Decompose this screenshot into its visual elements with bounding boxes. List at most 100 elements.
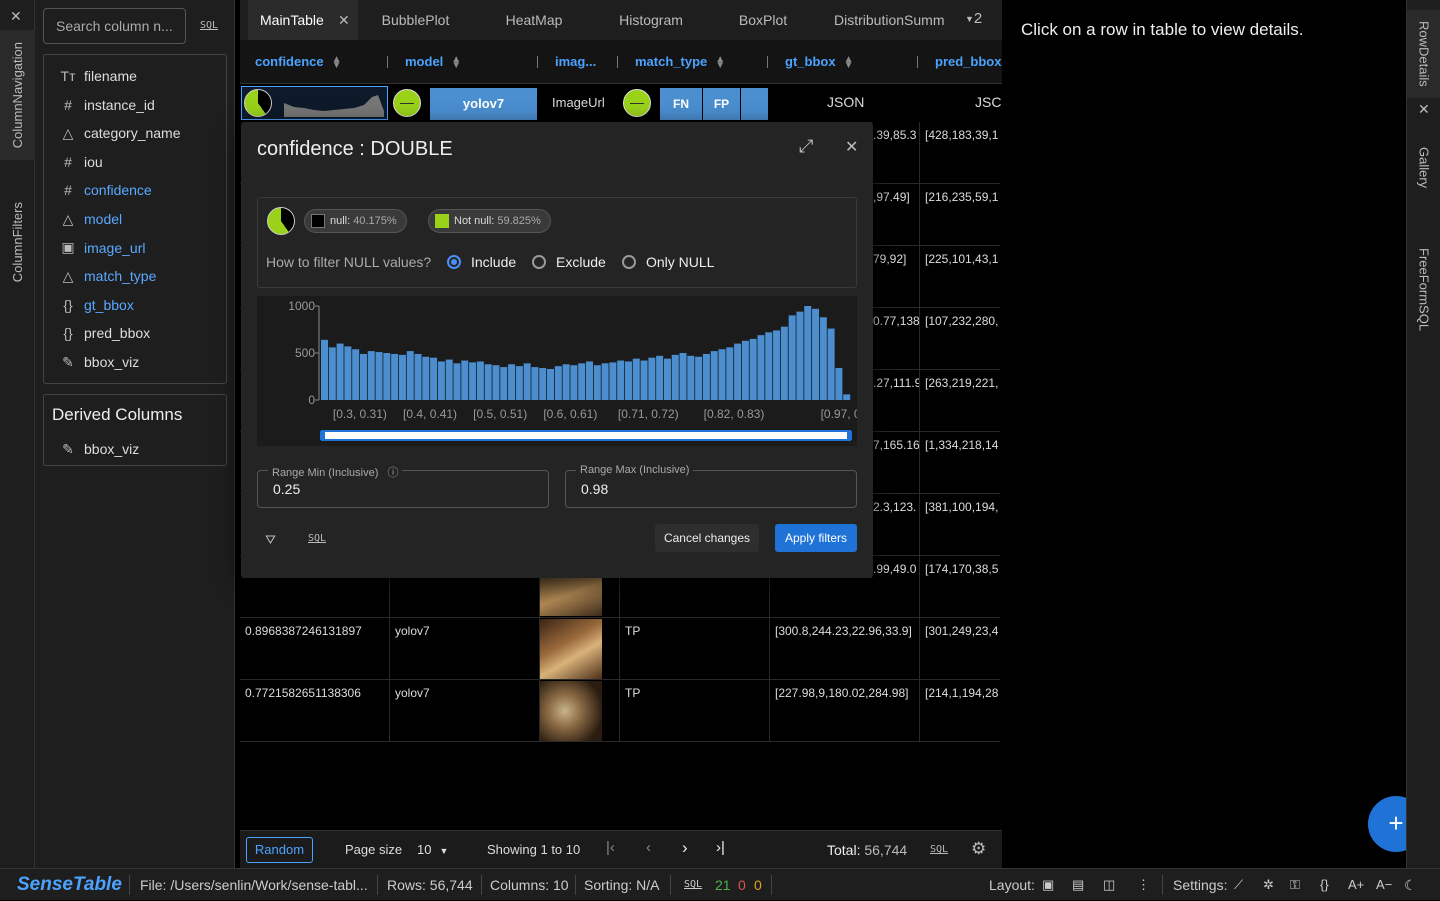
histogram-bar[interactable] xyxy=(812,308,820,400)
derived-item-bbox-viz[interactable]: ✎ bbox_viz xyxy=(44,435,226,463)
column-divider[interactable] xyxy=(537,56,538,68)
histogram-bar[interactable] xyxy=(663,358,671,400)
gear-icon[interactable]: ⚙ xyxy=(971,839,986,859)
column-item-image-url[interactable]: ▣ image_url xyxy=(44,234,226,262)
sort-icon[interactable]: ▲ ▼ xyxy=(844,54,854,70)
column-item-confidence[interactable]: # confidence xyxy=(44,176,226,204)
cancel-changes-button[interactable]: Cancel changes xyxy=(655,524,759,552)
include-label[interactable]: Include xyxy=(471,254,516,270)
range-max-field[interactable]: Range Max (Inclusive) 0.98 xyxy=(565,464,857,508)
match-tp-bar[interactable] xyxy=(741,88,768,120)
histogram-bar[interactable] xyxy=(562,364,570,400)
histogram-bar[interactable] xyxy=(640,360,648,400)
column-item-model[interactable]: △ model xyxy=(44,205,226,233)
header-match-type[interactable]: match_type ▲ ▼ xyxy=(635,40,725,84)
histogram-bar[interactable] xyxy=(476,361,484,400)
histogram-bar[interactable] xyxy=(445,359,453,400)
first-page-icon[interactable]: |‹ xyxy=(606,839,615,856)
braces-icon[interactable]: {} xyxy=(1320,869,1329,901)
column-item-filename[interactable]: Tт filename xyxy=(44,62,226,90)
more-vertical-icon[interactable]: ⋮ xyxy=(1137,869,1150,901)
histogram-bar[interactable] xyxy=(710,351,718,400)
sql-button[interactable]: SQL xyxy=(930,844,948,855)
exclude-label[interactable]: Exclude xyxy=(556,254,606,270)
histogram-bar[interactable] xyxy=(570,365,578,400)
apply-filters-button[interactable]: Apply filters xyxy=(775,524,857,552)
histogram-bar[interactable] xyxy=(492,365,500,400)
confidence-filter-cell[interactable] xyxy=(241,86,388,120)
histogram-bar[interactable] xyxy=(430,357,438,400)
close-tab-icon[interactable]: ✕ xyxy=(338,12,350,29)
histogram-bar[interactable] xyxy=(437,361,445,400)
header-confidence[interactable]: confidence ▲ ▼ xyxy=(255,40,342,84)
sort-icon[interactable]: ▲ ▼ xyxy=(715,54,725,70)
histogram-bar[interactable] xyxy=(788,315,796,400)
histogram-bar[interactable] xyxy=(367,351,375,400)
search-column-input[interactable]: Search column n... xyxy=(43,8,186,44)
column-item-match-type[interactable]: △ match_type xyxy=(44,262,226,290)
theme-moon-icon[interactable]: ☾ xyxy=(1404,869,1417,901)
column-divider[interactable] xyxy=(617,56,618,68)
column-item-instance-id[interactable]: # instance_id xyxy=(44,91,226,119)
histogram-bar[interactable] xyxy=(336,343,344,400)
histogram-bar[interactable] xyxy=(718,349,726,400)
include-radio[interactable] xyxy=(447,255,461,269)
histogram-bar[interactable] xyxy=(453,363,461,400)
range-slider-track[interactable] xyxy=(321,430,851,441)
row-thumbnail[interactable] xyxy=(540,681,602,741)
filter-icon[interactable]: ⛛ xyxy=(265,532,276,548)
histogram-bar[interactable] xyxy=(835,368,843,400)
histogram-bar[interactable] xyxy=(819,317,827,400)
histogram-bar[interactable] xyxy=(679,353,687,400)
histogram-bar[interactable] xyxy=(375,352,383,400)
sort-icon[interactable]: ▲ ▼ xyxy=(332,54,342,70)
histogram-bar[interactable] xyxy=(624,361,632,400)
histogram-bar[interactable] xyxy=(702,353,710,400)
info-icon[interactable]: ⓘ xyxy=(387,467,398,479)
tab-boxplot[interactable]: BoxPlot xyxy=(724,0,802,40)
histogram-bar[interactable] xyxy=(695,356,703,400)
histogram-bar[interactable] xyxy=(586,361,593,400)
tab-freeformsql[interactable]: FreeFormSQL xyxy=(1407,240,1440,340)
histogram-bar[interactable] xyxy=(726,347,734,400)
histogram-bar[interactable] xyxy=(328,347,336,400)
histogram-chart[interactable]: 1000 500 0 [0.3, 0.31) [0.4, 0.41) [0.5, 0.51… xyxy=(257,296,881,446)
font-decrease-icon[interactable]: A− xyxy=(1376,869,1392,901)
histogram-bar[interactable] xyxy=(843,394,851,400)
histogram-bar[interactable] xyxy=(827,328,835,400)
histogram-bar[interactable] xyxy=(469,362,477,400)
layout-rows-icon[interactable]: ▤ xyxy=(1072,869,1084,901)
histogram-bar[interactable] xyxy=(780,326,788,400)
close-icon[interactable]: ✕ xyxy=(10,8,22,25)
only-null-radio[interactable] xyxy=(622,255,636,269)
tab-rowdetails[interactable]: RowDetails xyxy=(1407,10,1440,98)
exclude-radio[interactable] xyxy=(532,255,546,269)
histogram-bar[interactable] xyxy=(523,363,531,400)
column-divider[interactable] xyxy=(387,56,388,68)
column-item-gt-bbox[interactable]: {} gt_bbox xyxy=(44,291,226,319)
row-thumbnail[interactable] xyxy=(540,578,602,616)
tab-column-filters[interactable]: ColumnFilters xyxy=(0,172,35,312)
histogram-bar[interactable] xyxy=(656,355,664,400)
histogram-bar[interactable] xyxy=(671,354,679,400)
tab-column-navigation[interactable]: ColumnNavigation xyxy=(0,30,35,160)
histogram-bar[interactable] xyxy=(741,340,749,400)
histogram-bar[interactable] xyxy=(515,366,523,400)
histogram-bar[interactable] xyxy=(632,358,640,400)
tab-bubbleplot[interactable]: BubblePlot xyxy=(368,0,463,40)
histogram-bar[interactable] xyxy=(500,367,508,400)
range-min-field[interactable]: Range Min (Inclusive) ⓘ 0.25 xyxy=(257,464,549,508)
row-thumbnail[interactable] xyxy=(540,619,602,680)
range-max-handle[interactable] xyxy=(847,431,852,440)
sql-button[interactable]: SQL xyxy=(684,869,702,901)
histogram-bar[interactable] xyxy=(422,356,430,400)
font-increase-icon[interactable]: A+ xyxy=(1348,869,1364,901)
histogram-bar[interactable] xyxy=(765,332,773,400)
column-divider[interactable] xyxy=(767,56,768,68)
sort-icon[interactable]: ▲ ▼ xyxy=(451,54,461,70)
bug-icon[interactable]: ✲ xyxy=(1263,869,1274,901)
histogram-bar[interactable] xyxy=(749,338,757,400)
column-item-category-name[interactable]: △ category_name xyxy=(44,119,226,147)
histogram-bar[interactable] xyxy=(554,366,562,400)
histogram-bar[interactable] xyxy=(344,346,352,400)
